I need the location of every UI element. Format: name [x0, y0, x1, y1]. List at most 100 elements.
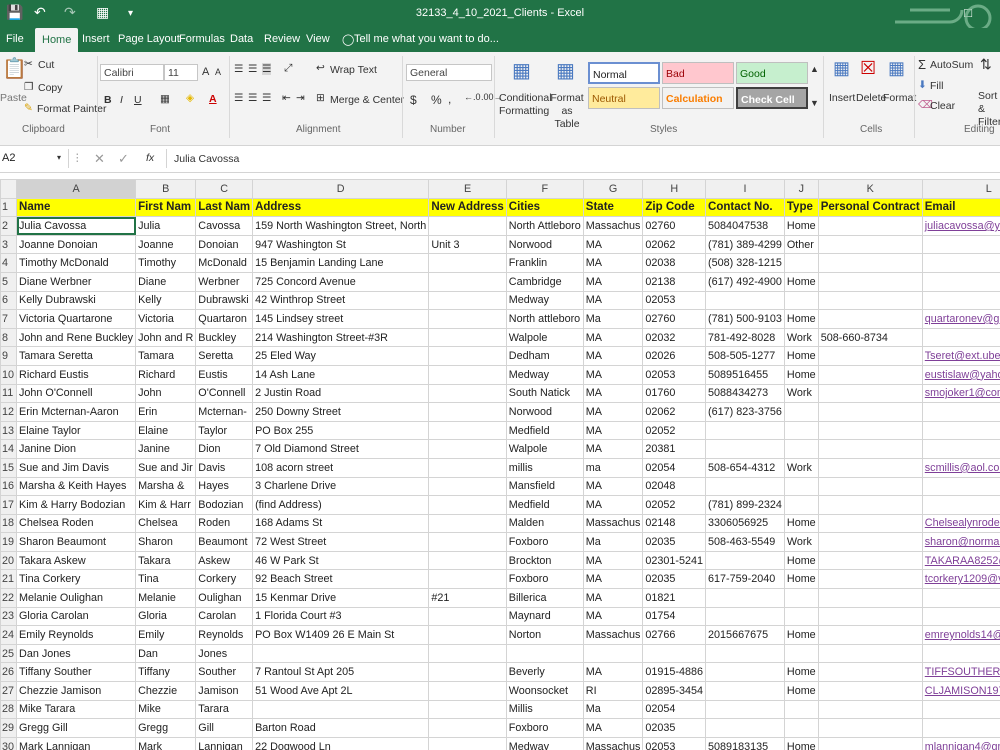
orientation-icon[interactable]: ⤢	[284, 62, 292, 75]
cell[interactable]: Home	[783, 736, 819, 750]
cell[interactable]	[428, 383, 507, 404]
cell[interactable]	[783, 290, 819, 311]
cell[interactable]: MA	[582, 550, 644, 571]
cell[interactable]: Maynard	[505, 606, 584, 627]
align-right-icon[interactable]: ☰	[262, 92, 271, 104]
cell[interactable]: Cambridge	[505, 271, 584, 292]
copy-button[interactable]: Copy	[38, 82, 63, 94]
cell[interactable]: Sharon	[135, 532, 197, 552]
cell[interactable]: Medfield	[505, 495, 584, 515]
cell[interactable]	[428, 439, 507, 459]
cell[interactable]: North attleboro	[505, 309, 584, 329]
cell[interactable]	[921, 606, 1000, 627]
cell[interactable]: Unit 3	[428, 234, 507, 255]
cell[interactable]	[428, 364, 507, 385]
cell[interactable]	[505, 643, 584, 664]
cell[interactable]: Kim & Harr	[135, 495, 197, 515]
cell[interactable]: TAKARAA8252@GMA	[921, 550, 1000, 571]
cell[interactable]: Seretta	[195, 346, 254, 366]
cell[interactable]: (781) 389-4299	[705, 234, 785, 255]
cell[interactable]: Kelly Dubrawski	[16, 290, 137, 311]
header-cell[interactable]: Email	[921, 197, 1000, 218]
fill-color-icon[interactable]: ◈	[186, 92, 194, 104]
cell[interactable]: 3306056925	[705, 513, 785, 534]
cell[interactable]: Work	[783, 457, 819, 478]
header-cell[interactable]: New Address	[428, 197, 507, 218]
cell[interactable]: 7 Rantoul St Apt 205	[252, 662, 430, 683]
sort-filter-icon[interactable]: ⇅	[980, 56, 992, 73]
cell[interactable]: Emily Reynolds	[16, 625, 137, 645]
comma-button[interactable]: ,	[448, 92, 451, 106]
cell[interactable]	[705, 476, 785, 497]
cell[interactable]: Tamara Seretta	[16, 346, 137, 366]
cell[interactable]: MA	[582, 383, 644, 404]
cell[interactable]	[428, 495, 507, 515]
bottom-align-icon[interactable]: ☰	[262, 63, 272, 75]
cell[interactable]: 508-660-8734	[817, 327, 923, 348]
cell[interactable]: 02035	[642, 569, 707, 590]
cell[interactable]: MA	[582, 364, 644, 385]
column-header-c[interactable]: C	[195, 179, 254, 199]
underline-button[interactable]: U	[134, 94, 142, 106]
cell[interactable]: Home	[783, 625, 819, 645]
autosum-button[interactable]: AutoSum	[930, 59, 973, 71]
cell[interactable]	[817, 364, 923, 385]
cell[interactable]: Mike	[135, 699, 197, 720]
cell[interactable]: 02052	[642, 420, 707, 441]
cell[interactable]: Gloria Carolan	[16, 606, 137, 627]
cell[interactable]: 108 acorn street	[252, 457, 430, 478]
cell[interactable]	[783, 606, 819, 627]
cell[interactable]	[817, 290, 923, 311]
cell[interactable]: Walpole	[505, 439, 584, 459]
cell[interactable]: Other	[783, 234, 819, 255]
cell[interactable]: Dan Jones	[16, 643, 137, 664]
cell[interactable]: 7 Old Diamond Street	[252, 439, 430, 459]
cell[interactable]	[252, 643, 430, 664]
cell[interactable]	[705, 588, 785, 608]
cell[interactable]: 02032	[642, 327, 707, 348]
cell[interactable]: 508-505-1277	[705, 346, 785, 366]
cell[interactable]: Home	[783, 271, 819, 292]
cell[interactable]	[428, 253, 507, 273]
name-box-dropdown-icon[interactable]: ▾	[57, 153, 61, 162]
cell[interactable]: Victoria	[135, 309, 197, 329]
row-header[interactable]: 15	[0, 457, 18, 478]
cell[interactable]	[705, 439, 785, 459]
conditional-formatting-button[interactable]: Conditional Formatting	[499, 92, 552, 118]
cell[interactable]: 02035	[642, 532, 707, 552]
cell[interactable]: MA	[582, 588, 644, 608]
row-header[interactable]: 4	[0, 253, 18, 273]
cell[interactable]: 168 Adams St	[252, 513, 430, 534]
row-header[interactable]: 12	[0, 402, 18, 422]
cell[interactable]: Hayes	[195, 476, 254, 497]
column-header-d[interactable]: D	[252, 179, 430, 199]
cell[interactable]: (617) 492-4900	[705, 271, 785, 292]
header-cell[interactable]: State	[582, 197, 644, 218]
cell[interactable]: 42 Winthrop Street	[252, 290, 430, 311]
cell[interactable]	[428, 550, 507, 571]
cell[interactable]: Jones	[195, 643, 254, 664]
cell[interactable]: Victoria Quartarone	[16, 309, 137, 329]
top-align-icon[interactable]: ☰	[234, 63, 243, 75]
number-format-dropdown[interactable]: General	[406, 64, 492, 81]
cell[interactable]: 214 Washington Street-#3R	[252, 327, 430, 348]
cell[interactable]: 02052	[642, 495, 707, 515]
header-cell[interactable]: Zip Code	[642, 197, 707, 218]
cell[interactable]: 3 Charlene Drive	[252, 476, 430, 497]
insert-cells-icon[interactable]: ▦	[833, 58, 850, 79]
merge-center-button[interactable]: Merge & Center	[330, 94, 404, 106]
cell[interactable]: Massachus	[582, 625, 644, 645]
cell[interactable]	[428, 402, 507, 422]
cell[interactable]: Foxboro	[505, 532, 584, 552]
tab-insert[interactable]: Insert	[82, 33, 110, 45]
cell[interactable]: Werbner	[195, 271, 254, 292]
cell[interactable]	[921, 234, 1000, 255]
cancel-icon[interactable]: ✕	[94, 151, 105, 167]
cell[interactable]	[921, 420, 1000, 441]
cell[interactable]: McDonald	[195, 253, 254, 273]
tab-review[interactable]: Review	[264, 33, 300, 45]
cell[interactable]: 508-463-5549	[705, 532, 785, 552]
cell[interactable]: MA	[582, 402, 644, 422]
cell[interactable]: Elaine	[135, 420, 197, 441]
cell[interactable]: 02301-5241	[642, 550, 707, 571]
